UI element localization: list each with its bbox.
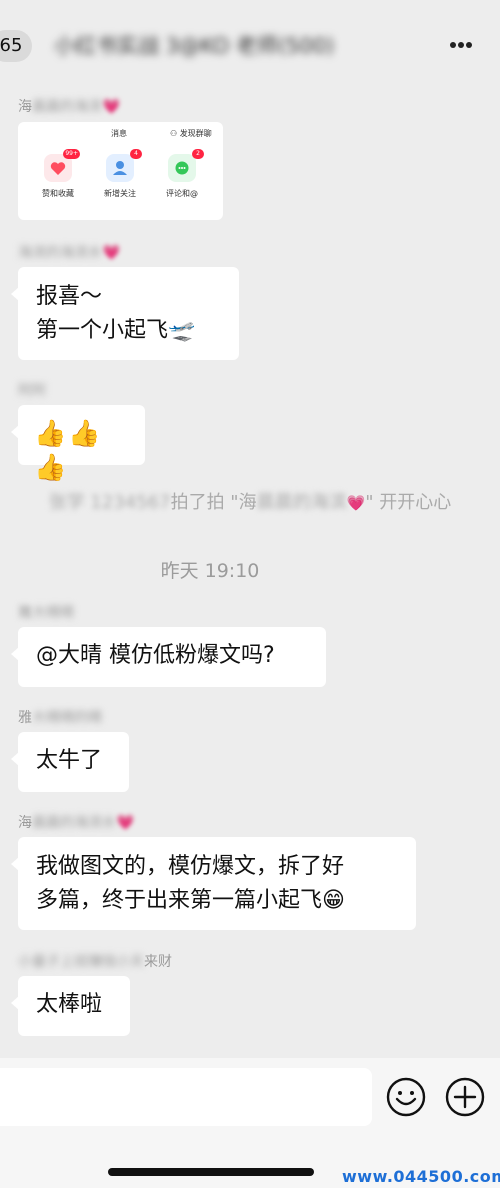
- badge-count: 2: [192, 149, 204, 159]
- sender-name-blurred: 晨晨的海滨水: [32, 815, 116, 831]
- notice-suffix: " 开开心心: [365, 492, 452, 513]
- card-tab-discover: ⚇ 发现群聊: [170, 129, 212, 138]
- chat-title: 小红书实战 3@KO 老师(500): [54, 34, 335, 58]
- message-line: 多篇，终于出来第一篇小起飞😁: [36, 888, 345, 913]
- card-item-label: 评论和@: [166, 189, 198, 198]
- heart-icon: 💗: [102, 97, 121, 115]
- image-message[interactable]: 消息 ⚇ 发现群聊 99+ 赞和收藏 4 新增关注 2 评论和@: [18, 122, 223, 220]
- more-dots-icon[interactable]: [444, 28, 478, 62]
- comment-icon: 2: [168, 149, 204, 182]
- message-bubble[interactable]: 我做图文的，模仿爆文，拆了好 多篇，终于出来第一篇小起飞😁: [11, 837, 416, 930]
- message-bubble[interactable]: 报喜～ 第一个小起飞🛫: [11, 267, 239, 360]
- person-add-icon: ⚇: [170, 129, 178, 138]
- heart-icon: 💗: [116, 813, 135, 831]
- sender-name: 海晨晨的海滨水💗: [18, 812, 135, 832]
- sender-name-blurred: 小量子上班赚钱小天: [18, 954, 144, 970]
- back-unread-count[interactable]: 65: [0, 30, 32, 62]
- sender-name: 海晨晨的海滨💗: [18, 96, 121, 116]
- message-line: 报喜～: [36, 284, 103, 309]
- watermark: www.044500.com: [342, 1167, 500, 1186]
- sender-name: 雅大晴晴: [18, 602, 74, 622]
- message-line: 我做图文的，模仿爆文，拆了好: [36, 854, 345, 879]
- sender-name-blurred: 大晴晴的晴: [32, 710, 102, 726]
- badge-count: 4: [130, 149, 142, 159]
- message-line: 第一个小起飞🛫: [36, 318, 196, 343]
- message-input[interactable]: [0, 1068, 372, 1126]
- sender-name-blurred: 晨晨的海滨: [32, 99, 102, 115]
- home-indicator: [108, 1168, 314, 1176]
- card-item-label: 赞和收藏: [42, 189, 74, 198]
- sender-initial: 雅: [18, 710, 32, 726]
- sender-name: 阿阿: [18, 380, 46, 400]
- badge-count: 99+: [63, 149, 80, 159]
- card-item-follows: 4 新增关注: [90, 149, 150, 199]
- sender-name: 海滨的海滨水💗: [18, 242, 121, 262]
- message-bubble[interactable]: 太牛了: [11, 732, 129, 792]
- person-icon: 4: [106, 149, 142, 182]
- message-bubble[interactable]: 太棒啦: [11, 976, 130, 1036]
- sender-name-blurred: 阿阿: [18, 383, 46, 399]
- sender-name-suffix: 来财: [144, 954, 172, 970]
- notice-action: 拍了拍 "海: [170, 492, 257, 513]
- heart-icon: 99+: [44, 149, 80, 182]
- message-bubble[interactable]: 👍👍👍: [11, 405, 145, 483]
- sender-initial: 雅: [18, 605, 32, 621]
- pat-notice: 张学 1234567拍了拍 "海晨晨的海滨💗" 开开心心: [0, 488, 500, 514]
- sender-name-blurred: 大晴晴: [32, 605, 74, 621]
- notice-target-blurred: 晨晨的海滨: [256, 492, 347, 513]
- heart-icon: 💗: [346, 494, 366, 512]
- sender-name: 小量子上班赚钱小天来财: [18, 951, 172, 971]
- card-item-comments: 2 评论和@: [152, 149, 212, 199]
- card-tab-messages: 消息: [111, 129, 127, 138]
- card-item-label: 新增关注: [104, 189, 136, 198]
- heart-icon: 💗: [102, 243, 121, 261]
- sender-initial: 海: [18, 99, 32, 115]
- sender-initial: 海: [18, 815, 32, 831]
- emoji-icon[interactable]: [384, 1075, 428, 1119]
- timestamp: 昨天 19:10: [160, 560, 260, 582]
- sender-name: 雅大晴晴的晴: [18, 707, 102, 727]
- card-item-likes: 99+ 赞和收藏: [28, 149, 88, 199]
- notice-actor-blurred: 张学 1234567: [48, 492, 171, 513]
- sender-name-blurred: 海滨的海滨水: [18, 245, 102, 261]
- plus-circle-icon[interactable]: [443, 1075, 487, 1119]
- message-bubble[interactable]: @大晴 模仿低粉爆文吗?: [11, 627, 326, 687]
